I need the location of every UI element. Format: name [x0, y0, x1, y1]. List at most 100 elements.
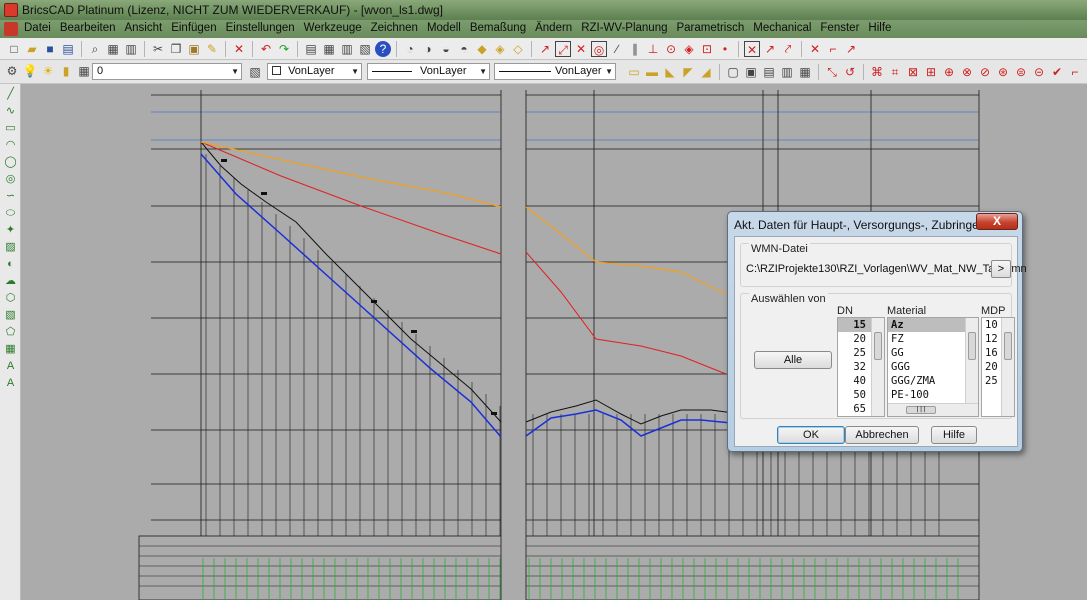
- rzi-tool-icon[interactable]: ↺: [842, 64, 858, 80]
- help-icon[interactable]: ?: [375, 41, 391, 57]
- snap-insertion-icon[interactable]: ◈: [681, 41, 697, 57]
- snap-tracking-icon[interactable]: ⌐: [825, 41, 841, 57]
- material-scrollbar[interactable]: [965, 318, 978, 404]
- circle-icon[interactable]: ◎: [4, 173, 17, 186]
- dn-listbox[interactable]: 15 20 25 32 40 50 65: [837, 317, 885, 417]
- mtext-icon[interactable]: A: [4, 377, 17, 390]
- explorer-icon[interactable]: ▤: [303, 41, 319, 57]
- rzi-tool-icon[interactable]: ⌘: [869, 64, 885, 80]
- rzi-tool-icon[interactable]: ✔: [1049, 64, 1065, 80]
- point-icon[interactable]: ✦: [4, 224, 17, 237]
- ok-button[interactable]: OK: [777, 426, 845, 444]
- close-button[interactable]: X: [976, 213, 1018, 230]
- all-button[interactable]: Alle: [754, 351, 832, 369]
- menu-item-6[interactable]: Zeichnen: [371, 22, 418, 34]
- region-icon[interactable]: ◐: [4, 258, 17, 271]
- paste-icon[interactable]: ▣: [186, 41, 202, 57]
- snap-intersection-icon[interactable]: ✕: [573, 41, 589, 57]
- layers-icon[interactable]: ▧: [357, 41, 373, 57]
- rzi-tool-icon[interactable]: ⊕: [941, 64, 957, 80]
- scroll-thumb[interactable]: |||: [906, 406, 936, 414]
- save-icon[interactable]: ■: [42, 41, 58, 57]
- scroll-thumb[interactable]: [874, 332, 882, 360]
- lineweight-combobox[interactable]: VonLayer ▼: [494, 63, 616, 80]
- xref-clip-icon[interactable]: ▦: [797, 64, 813, 80]
- print-icon[interactable]: ▦: [105, 41, 121, 57]
- dim-aligned-icon[interactable]: ◣: [662, 64, 678, 80]
- ellipse-icon[interactable]: ⬭: [4, 207, 17, 220]
- cancel-button[interactable]: Abbrechen: [845, 426, 919, 444]
- lock-icon[interactable]: ▮: [58, 63, 74, 79]
- hatch-icon[interactable]: ▨: [4, 241, 17, 254]
- open-file-icon[interactable]: ▰: [24, 41, 40, 57]
- rzi-tool-icon[interactable]: ⊛: [995, 64, 1011, 80]
- snap-perpendicular-icon[interactable]: ⊥: [645, 41, 661, 57]
- save-all-icon[interactable]: ▤: [60, 41, 76, 57]
- menu-item-0[interactable]: Datei: [24, 22, 51, 34]
- menu-item-14[interactable]: Hilfe: [868, 22, 891, 34]
- match-properties-icon[interactable]: ✎: [204, 41, 220, 57]
- menu-item-9[interactable]: Ändern: [535, 22, 572, 34]
- text-icon[interactable]: A: [4, 360, 17, 373]
- rzi-tool-icon[interactable]: ⊝: [1031, 64, 1047, 80]
- rzi-tool-icon[interactable]: ⌗: [887, 64, 903, 80]
- plot-icon[interactable]: ▥: [123, 41, 139, 57]
- dn-scrollbar[interactable]: [871, 318, 884, 416]
- snap-quadrant-icon[interactable]: ∕: [609, 41, 625, 57]
- snap-center-icon[interactable]: ◎: [591, 41, 607, 57]
- menu-item-2[interactable]: Ansicht: [124, 22, 162, 34]
- snap-clear-icon[interactable]: ✕: [744, 41, 760, 57]
- circle-icon[interactable]: ◯: [4, 156, 17, 169]
- table-icon[interactable]: ▦: [4, 343, 17, 356]
- layer-manager-icon[interactable]: ⚙: [4, 63, 20, 79]
- shape-icon[interactable]: ⬡: [4, 292, 17, 305]
- snap-endpoint-icon[interactable]: ↗: [537, 41, 553, 57]
- rzi-tool-icon[interactable]: ⌐: [1067, 64, 1083, 80]
- rzi-tool-icon[interactable]: ⊠: [905, 64, 921, 80]
- dim-radius-icon[interactable]: ◢: [698, 64, 714, 80]
- menu-item-13[interactable]: Fenster: [820, 22, 859, 34]
- new-file-icon[interactable]: □: [6, 41, 22, 57]
- xref-icon[interactable]: ▥: [779, 64, 795, 80]
- menu-item-10[interactable]: RZI-WV-Planung: [581, 22, 667, 34]
- linetype-combobox[interactable]: VonLayer ▼: [367, 63, 490, 80]
- menu-item-1[interactable]: Bearbeiten: [60, 22, 116, 34]
- scroll-thumb[interactable]: [968, 332, 976, 360]
- menu-item-11[interactable]: Parametrisch: [676, 22, 744, 34]
- bricscad-app-icon[interactable]: [4, 3, 18, 17]
- delete-icon[interactable]: ✕: [231, 41, 247, 57]
- block-insert-icon[interactable]: ▢: [725, 64, 741, 80]
- shade-icon[interactable]: ◇: [510, 41, 526, 57]
- dim-style-icon[interactable]: ▭: [626, 64, 642, 80]
- copy-icon[interactable]: ❐: [168, 41, 184, 57]
- dim-linear-icon[interactable]: ▬: [644, 64, 660, 80]
- snap-node-icon[interactable]: ⊙: [663, 41, 679, 57]
- settings-icon[interactable]: ▥: [339, 41, 355, 57]
- redo-icon[interactable]: ↷: [276, 41, 292, 57]
- sun-icon[interactable]: ☀: [40, 63, 56, 79]
- render-icon[interactable]: ◔: [402, 41, 418, 57]
- boundary-icon[interactable]: ▧: [4, 309, 17, 322]
- snap-parallel-icon[interactable]: ✕: [807, 41, 823, 57]
- scroll-thumb[interactable]: [1004, 332, 1012, 360]
- shade-icon[interactable]: ◈: [492, 41, 508, 57]
- spline-icon[interactable]: ∽: [4, 190, 17, 203]
- printer-icon[interactable]: ▦: [76, 63, 92, 79]
- browse-button[interactable]: >: [991, 260, 1011, 278]
- menu-item-7[interactable]: Modell: [427, 22, 461, 34]
- rzi-tool-icon[interactable]: ⊘: [977, 64, 993, 80]
- rzi-tool-icon[interactable]: ⊗: [959, 64, 975, 80]
- rzi-tool-icon[interactable]: ⊞: [923, 64, 939, 80]
- material-hscrollbar[interactable]: |||: [888, 403, 978, 416]
- block-edit-icon[interactable]: ▣: [743, 64, 759, 80]
- menu-item-5[interactable]: Werkzeuge: [304, 22, 362, 34]
- view-icon[interactable]: ◑: [420, 41, 436, 57]
- view-icon[interactable]: ◒: [438, 41, 454, 57]
- snap-polar-icon[interactable]: ↗: [843, 41, 859, 57]
- bulb-icon[interactable]: 💡: [22, 63, 38, 79]
- color-combobox[interactable]: VonLayer ▼: [267, 63, 362, 80]
- snap-tangent-icon[interactable]: ∥: [627, 41, 643, 57]
- menu-item-3[interactable]: Einfügen: [171, 22, 216, 34]
- material-listbox[interactable]: Az FZ GG GGG GGG/ZMA PE-100 |||: [887, 317, 979, 417]
- polyline-icon[interactable]: ∿: [4, 105, 17, 118]
